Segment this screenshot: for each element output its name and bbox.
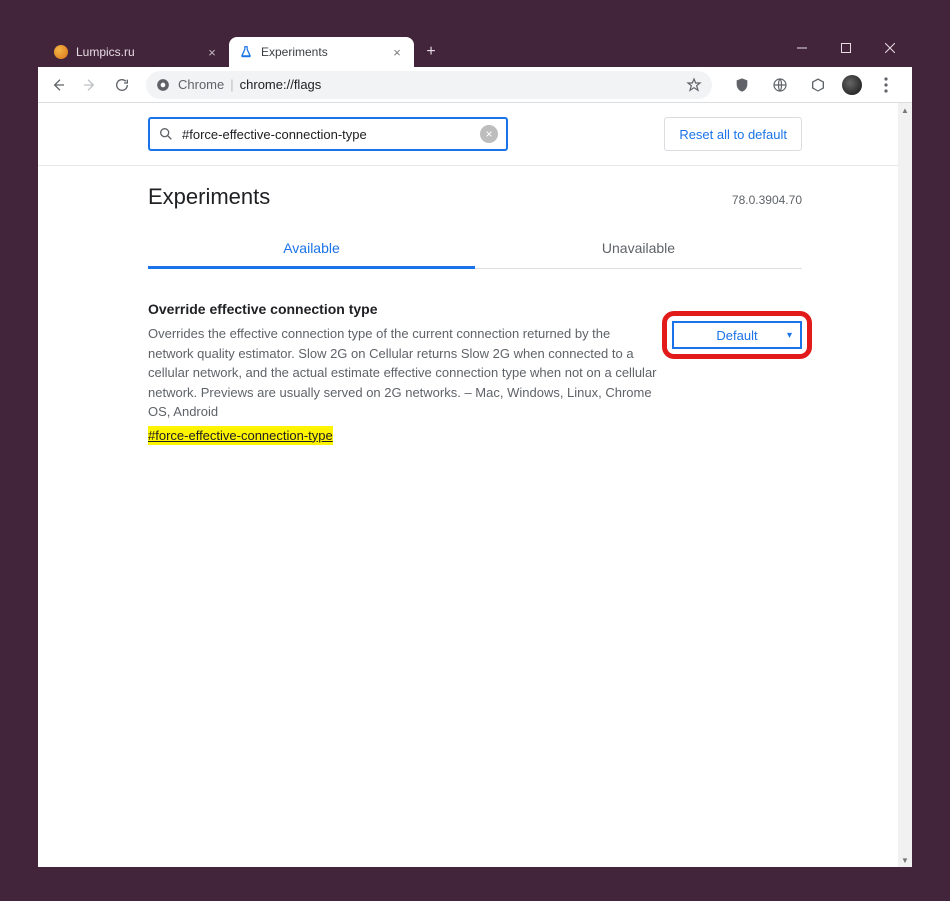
globe-icon[interactable] [766, 71, 794, 99]
page-content: × Reset all to default Experiments 78.0.… [38, 103, 912, 867]
flag-description: Overrides the effective connection type … [148, 324, 658, 422]
cube-icon[interactable] [804, 71, 832, 99]
back-button[interactable] [44, 71, 72, 99]
chrome-icon [156, 78, 170, 92]
experiments-panel: Experiments 78.0.3904.70 Available Unava… [38, 166, 912, 445]
flag-select-wrapper: Default [672, 321, 802, 349]
vertical-scrollbar[interactable]: ▲ ▼ [898, 103, 912, 867]
flag-anchor-link[interactable]: #force-effective-connection-type [148, 426, 333, 446]
close-icon[interactable]: × [205, 45, 219, 59]
reset-all-button[interactable]: Reset all to default [664, 117, 802, 151]
scroll-up-button[interactable]: ▲ [898, 103, 912, 117]
toolbar: Chrome | chrome://flags [38, 67, 912, 103]
bookmark-star-icon[interactable] [686, 77, 702, 93]
flask-icon [239, 45, 253, 59]
clear-search-button[interactable]: × [480, 125, 498, 143]
header-row: Experiments 78.0.3904.70 [148, 184, 802, 210]
flag-state-select[interactable]: Default [672, 321, 802, 349]
maximize-button[interactable] [824, 34, 868, 62]
page-title: Experiments [148, 184, 270, 210]
tab-unavailable[interactable]: Unavailable [475, 230, 802, 268]
tabs-row: Available Unavailable [148, 230, 802, 269]
minimize-button[interactable] [780, 34, 824, 62]
flag-description-block: Override effective connection type Overr… [148, 299, 658, 445]
titlebar: Lumpics.ru × Experiments × + [38, 34, 912, 67]
close-window-button[interactable] [868, 34, 912, 62]
chrome-version: 78.0.3904.70 [732, 193, 802, 207]
window-controls [780, 34, 912, 62]
menu-button[interactable] [872, 77, 900, 93]
shield-icon[interactable] [728, 71, 756, 99]
tab-title: Experiments [261, 45, 382, 59]
tab-lumpics[interactable]: Lumpics.ru × [44, 37, 229, 67]
lumpics-favicon [54, 45, 68, 59]
select-value: Default [716, 328, 757, 343]
address-bar[interactable]: Chrome | chrome://flags [146, 71, 712, 99]
avatar[interactable] [842, 75, 862, 95]
search-input[interactable] [182, 127, 472, 142]
search-row: × Reset all to default [38, 103, 912, 166]
scroll-down-button[interactable]: ▼ [898, 853, 912, 867]
extensions-area [722, 71, 906, 99]
url-text: Chrome | chrome://flags [178, 77, 321, 92]
close-icon[interactable]: × [390, 45, 404, 59]
new-tab-button[interactable]: + [418, 39, 444, 65]
flag-item: Override effective connection type Overr… [148, 299, 802, 445]
browser-window: Lumpics.ru × Experiments × + [38, 34, 912, 867]
forward-button[interactable] [76, 71, 104, 99]
tab-title: Lumpics.ru [76, 45, 197, 59]
tab-available[interactable]: Available [148, 230, 475, 269]
search-icon [158, 126, 174, 142]
flag-title: Override effective connection type [148, 299, 658, 320]
search-box[interactable]: × [148, 117, 508, 151]
reload-button[interactable] [108, 71, 136, 99]
tab-experiments[interactable]: Experiments × [229, 37, 414, 67]
